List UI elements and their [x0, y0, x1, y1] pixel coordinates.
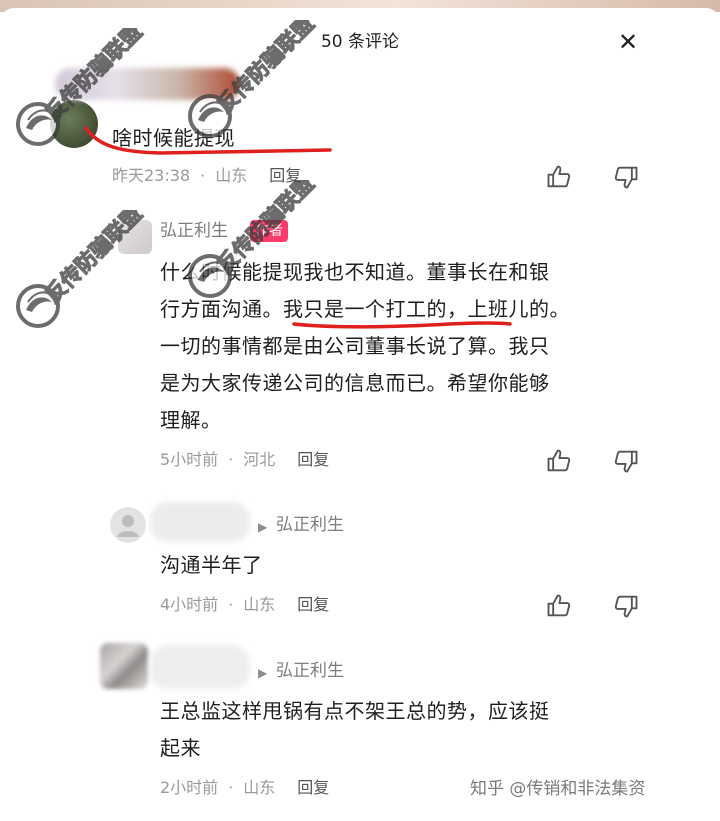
- reply-button[interactable]: 回复: [297, 450, 329, 469]
- comment-location: 河北: [243, 450, 276, 469]
- reply-location: 山东: [243, 595, 276, 614]
- reply-button[interactable]: 回复: [269, 166, 301, 185]
- author-badge: 作者: [250, 220, 288, 242]
- like-icon[interactable]: [545, 447, 573, 475]
- source-watermark: 知乎 @传销和非法集资: [470, 779, 646, 799]
- reply-meta: 4小时前 · 山东 回复: [160, 594, 329, 616]
- reply-time: 2小时前: [160, 778, 219, 797]
- dislike-icon[interactable]: [612, 163, 640, 191]
- separator-dot: ·: [228, 595, 234, 614]
- reply-meta: 2小时前 · 山东 回复: [160, 777, 329, 799]
- reply-text: 沟通半年了: [160, 553, 263, 577]
- reply-line: 起来: [160, 736, 201, 760]
- comment-time: 5小时前: [160, 450, 219, 469]
- default-avatar-icon[interactable]: [110, 507, 146, 543]
- dislike-icon[interactable]: [612, 592, 640, 620]
- reply-to-name[interactable]: 弘正利生: [276, 514, 344, 536]
- blurred-username: [150, 502, 250, 542]
- reply-arrow-icon: ▶: [258, 520, 268, 534]
- reply-location: 山东: [243, 778, 276, 797]
- comment-text: 啥时候能提现: [112, 126, 235, 150]
- comment-line: 是为大家传递公司的信息而已。希望你能够: [160, 371, 550, 395]
- reply-arrow-icon: ▶: [258, 666, 268, 680]
- author-avatar[interactable]: [118, 220, 152, 254]
- separator-dot: ·: [200, 166, 206, 185]
- separator-dot: ·: [228, 450, 234, 469]
- author-name[interactable]: 弘正利生: [160, 220, 228, 242]
- reply-to-name[interactable]: 弘正利生: [276, 660, 344, 682]
- comment-line: 什么时候能提现我也不知道。董事长在和银: [160, 260, 550, 284]
- comment-line: 理解。: [160, 408, 222, 432]
- comment-time: 昨天23:38: [112, 166, 191, 185]
- blurred-username: [150, 645, 250, 689]
- comment-line: 一切的事情都是由公司董事长说了算。我只: [160, 334, 550, 358]
- like-icon[interactable]: [545, 592, 573, 620]
- reply-time: 4小时前: [160, 595, 219, 614]
- close-icon[interactable]: ✕: [612, 26, 644, 58]
- reply-line: 王总监这样甩锅有点不架王总的势，应该挺: [160, 699, 550, 723]
- avatar[interactable]: [50, 100, 98, 148]
- comment-meta: 5小时前 · 河北 回复: [160, 449, 329, 471]
- reply-button[interactable]: 回复: [297, 778, 329, 797]
- like-icon[interactable]: [545, 163, 573, 191]
- dislike-icon[interactable]: [612, 447, 640, 475]
- reply-button[interactable]: 回复: [297, 595, 329, 614]
- comment-meta: 昨天23:38 · 山东 回复: [112, 165, 301, 187]
- comment-location: 山东: [215, 166, 248, 185]
- separator-dot: ·: [228, 778, 234, 797]
- avatar[interactable]: [100, 643, 148, 689]
- comment-line: 行方面沟通。我只是一个打工的，上班儿的。: [160, 297, 570, 321]
- blurred-username: [55, 68, 240, 100]
